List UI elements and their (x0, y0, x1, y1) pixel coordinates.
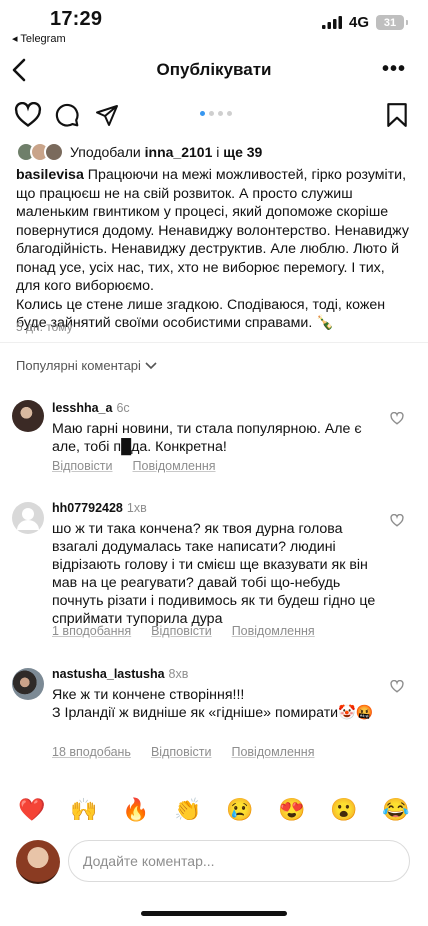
post-timestamp: 5 дн. тому (16, 320, 73, 334)
page-title: Опублікувати (156, 60, 272, 79)
chevron-down-icon (145, 361, 157, 369)
avatar[interactable] (12, 502, 44, 534)
comment-time: 8хв (168, 667, 189, 681)
liked-by-user[interactable]: inna_2101 (145, 144, 213, 160)
post-caption: basilevisa Працюючи на межі можливостей,… (16, 166, 412, 333)
emoji-heart-button[interactable]: ❤️ (18, 797, 45, 823)
comment-time: 6с (116, 401, 130, 415)
carousel-dot (218, 111, 223, 116)
carousel-dot (209, 111, 214, 116)
comment-actions: Відповісти Повідомлення (52, 459, 216, 473)
comment-input[interactable]: Додайте коментар... (68, 840, 410, 882)
signal-icon (321, 16, 342, 29)
status-icons: 4G 31 (321, 14, 408, 31)
liked-by-more[interactable]: ще 39 (223, 144, 262, 160)
liked-by-label: Уподобали (70, 144, 141, 160)
avatar[interactable] (12, 668, 44, 700)
comment-text: шо ж ти така кончена? як твоя дурна голо… (52, 521, 376, 627)
comment-actions: 1 вподобання Відповісти Повідомлення (52, 624, 315, 638)
comment-icon[interactable] (54, 102, 80, 128)
current-user-avatar (16, 840, 60, 884)
comment-meta: nastusha_lastusha 8хв (52, 667, 188, 681)
message-button[interactable]: Повідомлення (231, 745, 314, 759)
post-author[interactable]: basilevisa (16, 167, 84, 183)
emoji-quick-bar: ❤️ 🙌 🔥 👏 😢 😍 😮 😂 (0, 792, 428, 828)
caption-text: Працюючи на межі можливостей, гірко розу… (16, 167, 409, 294)
comment-meta: lesshha_a 6с (52, 401, 130, 415)
comment-like-icon[interactable] (390, 514, 404, 527)
save-bookmark-icon[interactable] (386, 102, 408, 128)
comment-text: Маю гарні новини, ти стала популярною. А… (52, 421, 362, 455)
avatar[interactable] (12, 400, 44, 432)
liked-by-and: і (216, 144, 220, 160)
emoji-heart-eyes-button[interactable]: 😍 (278, 797, 305, 823)
divider (0, 342, 428, 343)
comment-time: 1хв (126, 501, 147, 515)
emoji-clap-button[interactable]: 👏 (174, 797, 201, 823)
comments-sort-dropdown[interactable]: Популярні коментарі (16, 358, 157, 373)
comments-sort-label: Популярні коментарі (16, 358, 141, 373)
likes-count[interactable]: 18 вподобань (52, 745, 131, 759)
status-time: 17:29 (50, 8, 103, 30)
carousel-dot (200, 111, 205, 116)
back-to-app-link[interactable]: ◂ Telegram (12, 32, 66, 45)
top-nav: Опублікувати ••• (0, 52, 428, 88)
likes-count[interactable]: 1 вподобання (52, 624, 131, 638)
default-avatar-icon (17, 508, 39, 530)
liked-by[interactable]: Уподобали inna_2101 і ще 39 (16, 142, 262, 162)
comment-composer: Додайте коментар... (0, 832, 428, 926)
post-actions (0, 100, 428, 132)
share-icon[interactable] (94, 103, 120, 127)
reply-button[interactable]: Відповісти (151, 745, 212, 759)
more-options-icon[interactable]: ••• (382, 58, 406, 81)
comment-text: Яке ж ти кончене створіння!!! З Ірландії… (52, 686, 382, 722)
message-button[interactable]: Повідомлення (232, 624, 315, 638)
message-button[interactable]: Повідомлення (133, 459, 216, 473)
comment-username[interactable]: hh07792428 (52, 501, 123, 515)
comment-username[interactable]: lesshha_a (52, 401, 112, 415)
comment-line-2: З Ірландії ж видніше як «гідніше» помира… (52, 705, 374, 721)
like-heart-icon[interactable] (14, 102, 42, 128)
carousel-indicator (200, 111, 232, 116)
comment-like-icon[interactable] (390, 680, 404, 693)
battery-icon: 31 (376, 15, 408, 30)
network-type: 4G (348, 14, 369, 31)
reply-button[interactable]: Відповісти (52, 459, 113, 473)
liker-avatars (16, 142, 64, 162)
comment-actions: 18 вподобань Відповісти Повідомлення (52, 745, 314, 759)
emoji-wow-button[interactable]: 😮 (330, 797, 357, 823)
emoji-fire-button[interactable]: 🔥 (122, 797, 149, 823)
comment-username[interactable]: nastusha_lastusha (52, 667, 165, 681)
comment-meta: hh07792428 1хв (52, 501, 147, 515)
emoji-cry-button[interactable]: 😢 (226, 797, 253, 823)
comment-line-1: Яке ж ти кончене створіння!!! (52, 687, 245, 703)
reply-button[interactable]: Відповісти (151, 624, 212, 638)
comment-like-icon[interactable] (390, 412, 404, 425)
carousel-dot (227, 111, 232, 116)
emoji-raised-hands-button[interactable]: 🙌 (70, 797, 97, 823)
home-indicator (141, 911, 287, 916)
emoji-laugh-button[interactable]: 😂 (382, 797, 409, 823)
